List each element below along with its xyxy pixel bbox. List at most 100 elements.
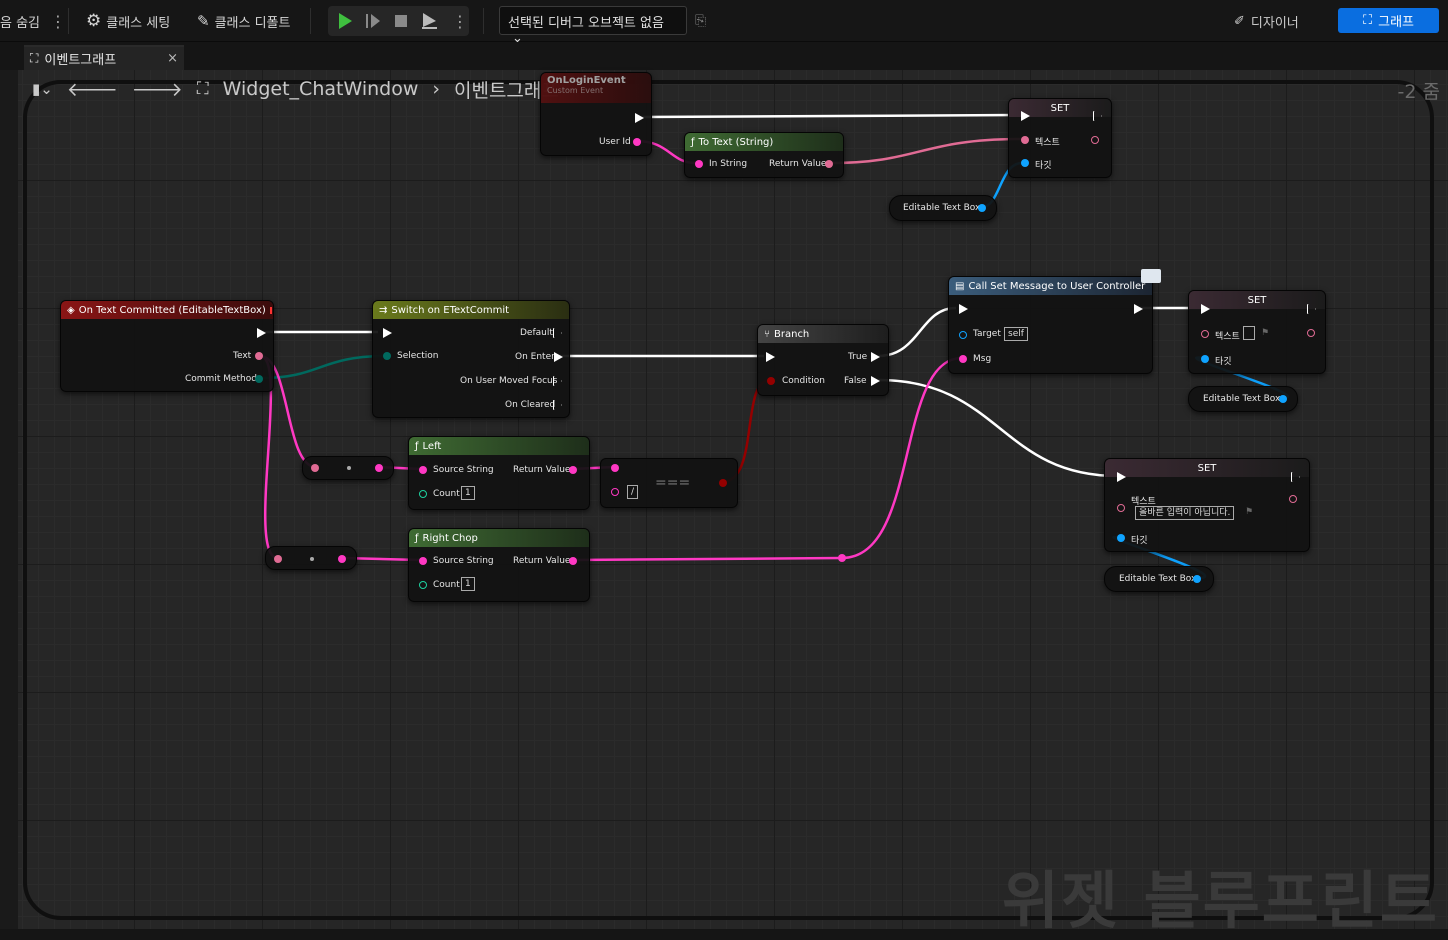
wire-exec-true-call	[877, 306, 957, 358]
call-target-pin[interactable]	[959, 331, 967, 339]
call-exec-in[interactable]	[959, 304, 968, 314]
set-top-text-label: 텍스트	[1035, 138, 1060, 148]
node-left[interactable]: ƒ Left Source String Return Value Count 1	[408, 436, 590, 510]
set-right1-text-value[interactable]	[1243, 326, 1255, 340]
wire-exec-login-set	[641, 113, 1023, 119]
left-count-value[interactable]: 1	[461, 486, 475, 500]
node-on-text-committed[interactable]: ◈ On Text Committed (EditableTextBox) Tex…	[60, 300, 274, 392]
node-editable-text-box-top[interactable]: Editable Text Box	[889, 195, 997, 221]
set-right1-text-pin[interactable]	[1201, 330, 1209, 338]
set-right2-target-label: 타깃	[1131, 536, 1148, 546]
call-msg-pin[interactable]	[959, 355, 967, 363]
login-event-title: OnLoginEvent	[547, 75, 626, 86]
set-right2-target-pin[interactable]	[1117, 534, 1125, 542]
switch-default-pin[interactable]	[553, 328, 562, 338]
set-right2-text-value[interactable]: 올바른 입력이 아닙니다.	[1135, 506, 1235, 520]
right-chop-title: Right Chop	[422, 532, 478, 544]
right-chop-return-pin[interactable]	[569, 557, 577, 565]
set-right2-text-pin[interactable]	[1117, 504, 1125, 512]
node-set-right2[interactable]: SET 텍스트 올바른 입력이 아닙니다. ⚑ 타깃	[1104, 458, 1310, 552]
node-right-chop[interactable]: ƒ Right Chop Source String Return Value C…	[408, 528, 590, 602]
call-set-message-title: Call Set Message to User Controller	[968, 280, 1146, 292]
right-chop-return-label: Return Value	[513, 556, 571, 566]
reroute-knot[interactable]	[838, 554, 846, 562]
function-icon: ƒ	[415, 440, 419, 452]
reroute2-in-pin[interactable]	[274, 555, 282, 563]
equal-out-pin[interactable]	[719, 479, 727, 487]
equal-a-pin[interactable]	[611, 464, 619, 472]
branch-true-pin[interactable]	[871, 352, 880, 362]
node-equal-string[interactable]: / ===	[600, 458, 738, 508]
set-top-exec-in[interactable]	[1021, 111, 1030, 121]
right-chop-count-value[interactable]: 1	[461, 577, 475, 591]
switch-on-cleared-pin[interactable]	[553, 400, 562, 410]
node-editable-text-box-right2[interactable]: Editable Text Box	[1104, 566, 1214, 592]
branch-false-pin[interactable]	[871, 376, 880, 386]
reroute1-out-pin[interactable]	[375, 464, 383, 472]
call-target-value[interactable]: self	[1004, 327, 1028, 341]
to-text-out-pin[interactable]	[825, 160, 833, 168]
node-branch[interactable]: ⑂ Branch True Condition False	[757, 324, 889, 396]
set-right2-exec-in[interactable]	[1117, 472, 1126, 482]
on-text-committed-title: On Text Committed (EditableTextBox)	[78, 304, 266, 316]
branch-condition-pin[interactable]	[767, 377, 775, 385]
node-reroute-2[interactable]	[265, 546, 357, 570]
switch-on-focus-pin[interactable]	[553, 376, 562, 386]
equal-b-pin[interactable]	[611, 488, 619, 496]
call-target-label: Target	[973, 329, 1001, 339]
right-chop-source-pin[interactable]	[419, 557, 427, 565]
etb-right2-pin[interactable]	[1193, 575, 1201, 583]
right-chop-source-label: Source String	[433, 556, 494, 566]
node-to-text-string[interactable]: ƒ To Text (String) In String Return Value	[684, 132, 844, 178]
switch-on-enter-pin[interactable]	[554, 352, 563, 362]
etb-top-pin[interactable]	[978, 204, 986, 212]
switch-exec-in[interactable]	[383, 328, 392, 338]
equal-b-value[interactable]: /	[627, 485, 639, 499]
on-text-committed-exec-out[interactable]	[257, 328, 266, 338]
set-top-text-out-pin[interactable]	[1091, 136, 1099, 144]
login-userid-pin[interactable]	[633, 138, 641, 146]
left-source-pin[interactable]	[419, 466, 427, 474]
node-editable-text-box-right1[interactable]: Editable Text Box	[1188, 386, 1298, 412]
node-switch-on-etextcommit[interactable]: ⇉ Switch on ETextCommit Selection Default…	[372, 300, 570, 418]
node-call-set-message[interactable]: ▤ Call Set Message to User Controller Tar…	[948, 269, 1161, 374]
to-text-in-pin[interactable]	[695, 160, 703, 168]
right-chop-count-pin[interactable]	[419, 581, 427, 589]
branch-exec-in[interactable]	[766, 352, 775, 362]
branch-condition-label: Condition	[782, 376, 825, 386]
set-right1-target-pin[interactable]	[1201, 355, 1209, 363]
etb-right1-pin[interactable]	[1279, 395, 1287, 403]
call-msg-label: Msg	[973, 354, 992, 364]
set-right1-text-out-pin[interactable]	[1307, 329, 1315, 337]
login-exec-out[interactable]	[635, 113, 644, 123]
reroute2-out-pin[interactable]	[338, 555, 346, 563]
set-right1-exec-in[interactable]	[1201, 304, 1210, 314]
wire-totext-settext	[829, 137, 1023, 165]
set-right2-title: SET	[1197, 462, 1217, 474]
left-count-pin[interactable]	[419, 490, 427, 498]
flag-icon: ⚑	[1245, 507, 1254, 517]
on-text-committed-text-pin[interactable]	[255, 352, 263, 360]
event-icon: ◈	[67, 304, 75, 316]
set-right2-text-out-pin[interactable]	[1289, 495, 1297, 503]
set-top-text-pin[interactable]	[1021, 136, 1029, 144]
to-text-out-label: Return Value	[769, 159, 827, 169]
login-event-subtitle: Custom Event	[547, 86, 604, 95]
switch-default-label: Default	[520, 328, 553, 338]
node-on-login-event[interactable]: OnLoginEvent Custom Event User Id	[540, 72, 652, 156]
call-exec-out[interactable]	[1134, 304, 1143, 314]
right-chop-count-label: Count	[433, 580, 460, 590]
on-text-committed-commit-pin[interactable]	[255, 375, 263, 383]
node-set-right1[interactable]: SET 텍스트 ⚑ 타깃	[1188, 290, 1326, 374]
reroute1-in-pin[interactable]	[311, 464, 319, 472]
left-return-pin[interactable]	[569, 466, 577, 474]
switch-selection-pin[interactable]	[383, 352, 391, 360]
left-source-label: Source String	[433, 465, 494, 475]
set-top-target-label: 타깃	[1035, 161, 1052, 171]
branch-title: Branch	[774, 328, 810, 340]
node-reroute-1[interactable]	[302, 456, 394, 480]
set-top-target-pin[interactable]	[1021, 159, 1029, 167]
switch-selection-label: Selection	[397, 351, 439, 361]
branch-false-label: False	[844, 376, 867, 386]
node-set-top[interactable]: SET 텍스트 타깃	[1008, 98, 1112, 178]
